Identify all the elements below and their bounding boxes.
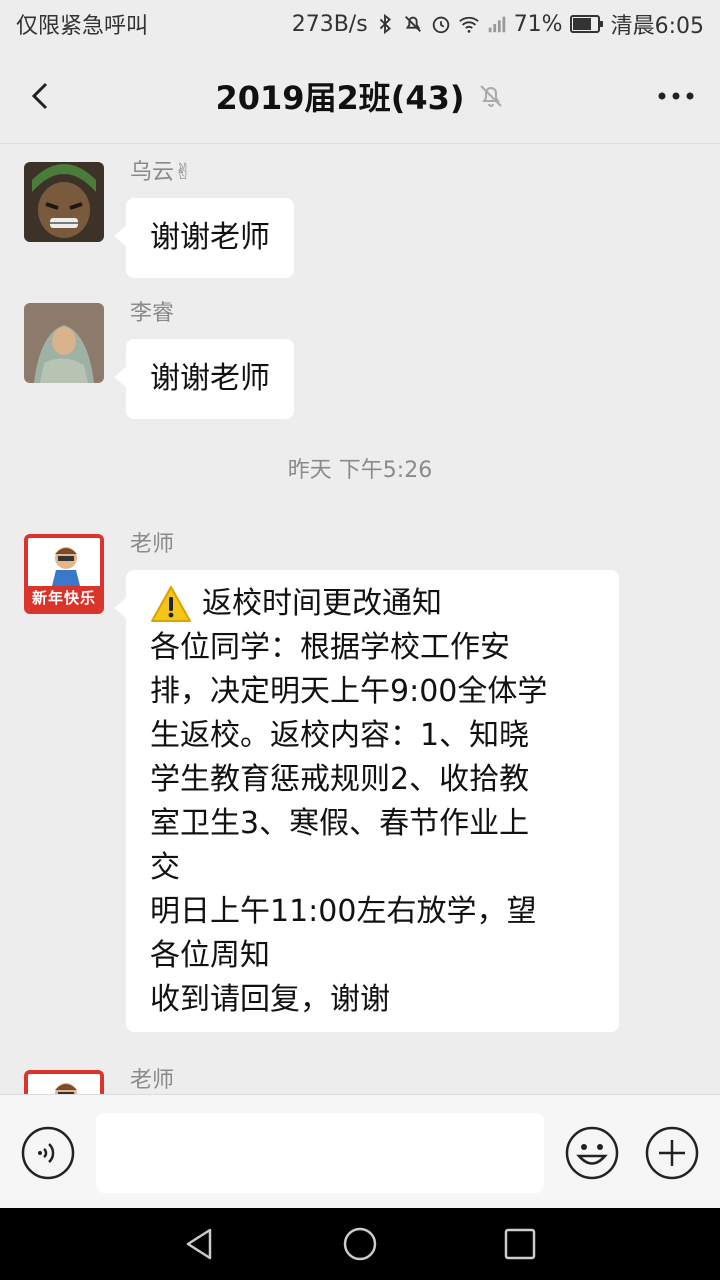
avatar[interactable] (24, 1070, 104, 1094)
sender-name: 乌云✌ (130, 160, 193, 185)
status-indicators: 273B/s 71% 清晨6:05 (292, 8, 704, 40)
notice-line: 室卫生3、寒假、春节作业上 (150, 806, 530, 841)
notice-title-row: 返校时间更改通知 (150, 582, 595, 626)
avatar-label: 新年快乐 (28, 586, 100, 610)
nav-recents-icon[interactable] (502, 1226, 538, 1262)
alarm-icon (432, 16, 449, 34)
wifi-icon (458, 16, 479, 33)
notice-line: 各位周知 (150, 938, 270, 973)
bluetooth-icon (379, 13, 391, 35)
input-bar (0, 1094, 720, 1208)
avatar[interactable]: 新年快乐 (24, 534, 104, 614)
carrier-text: 仅限紧急呼叫 (16, 14, 149, 39)
silent-icon (404, 16, 421, 32)
notice-line: 生返校。返校内容：1、知晓 (150, 718, 530, 753)
notice-line: 排，决定明天上午9:00全体学 (150, 674, 548, 709)
voice-icon[interactable] (20, 1125, 76, 1181)
notice-line: 明日上午11:00左右放学，望 (150, 894, 537, 929)
chat-header: 2019届2班(43) (0, 48, 720, 144)
notice-title: 返校时间更改通知 (202, 586, 442, 621)
back-arrow-icon[interactable] (22, 78, 58, 114)
chat-title: 2019届2班(43) (215, 79, 465, 117)
clock-time: 清晨6:05 (610, 14, 704, 39)
message-text: 谢谢老师 (150, 361, 270, 396)
more-icon[interactable] (656, 78, 696, 114)
nav-back-icon[interactable] (182, 1226, 218, 1262)
battery-percent: 71% (513, 11, 563, 37)
mute-bell-icon (479, 85, 502, 107)
message-bubble[interactable]: 返校时间更改通知 各位同学：根据学校工作安 排，决定明天上午9:00全体学 生返… (114, 570, 619, 1032)
plus-icon[interactable] (644, 1125, 700, 1181)
message-input[interactable] (96, 1113, 544, 1193)
notice-line: 学生教育惩戒规则2、收拾教 (150, 762, 530, 797)
sender-name: 老师 (130, 532, 175, 557)
battery-icon (569, 14, 605, 34)
nav-home-icon[interactable] (342, 1226, 378, 1262)
network-speed: 273B/s (291, 11, 368, 37)
notice-line: 各位同学：根据学校工作安 (150, 630, 510, 665)
system-nav-bar (0, 1208, 720, 1280)
timestamp-divider: 昨天 下午5:26 (287, 458, 433, 483)
emoji-icon[interactable] (564, 1125, 620, 1181)
notice-line: 收到请回复，谢谢 (150, 982, 390, 1017)
sender-name: 李睿 (130, 301, 175, 326)
header-title-group: 2019届2班(43) (0, 48, 720, 144)
status-bar: 仅限紧急呼叫 273B/s 71% 清晨6:05 (0, 0, 720, 48)
message-text: 谢谢老师 (150, 220, 270, 255)
message-list[interactable]: 乌云✌ 谢谢老师 李睿 谢谢老师 昨天 下午5:26 新年快乐 老师 返校时间更… (0, 144, 720, 1094)
notice-line: 交 (150, 850, 180, 885)
signal-icon (488, 16, 505, 33)
avatar[interactable] (24, 303, 104, 383)
avatar[interactable] (24, 162, 104, 242)
message-bubble[interactable]: 谢谢老师 (114, 339, 294, 419)
sender-name: 老师 (130, 1068, 175, 1093)
warning-icon (151, 586, 191, 622)
message-bubble[interactable]: 谢谢老师 (114, 198, 294, 278)
